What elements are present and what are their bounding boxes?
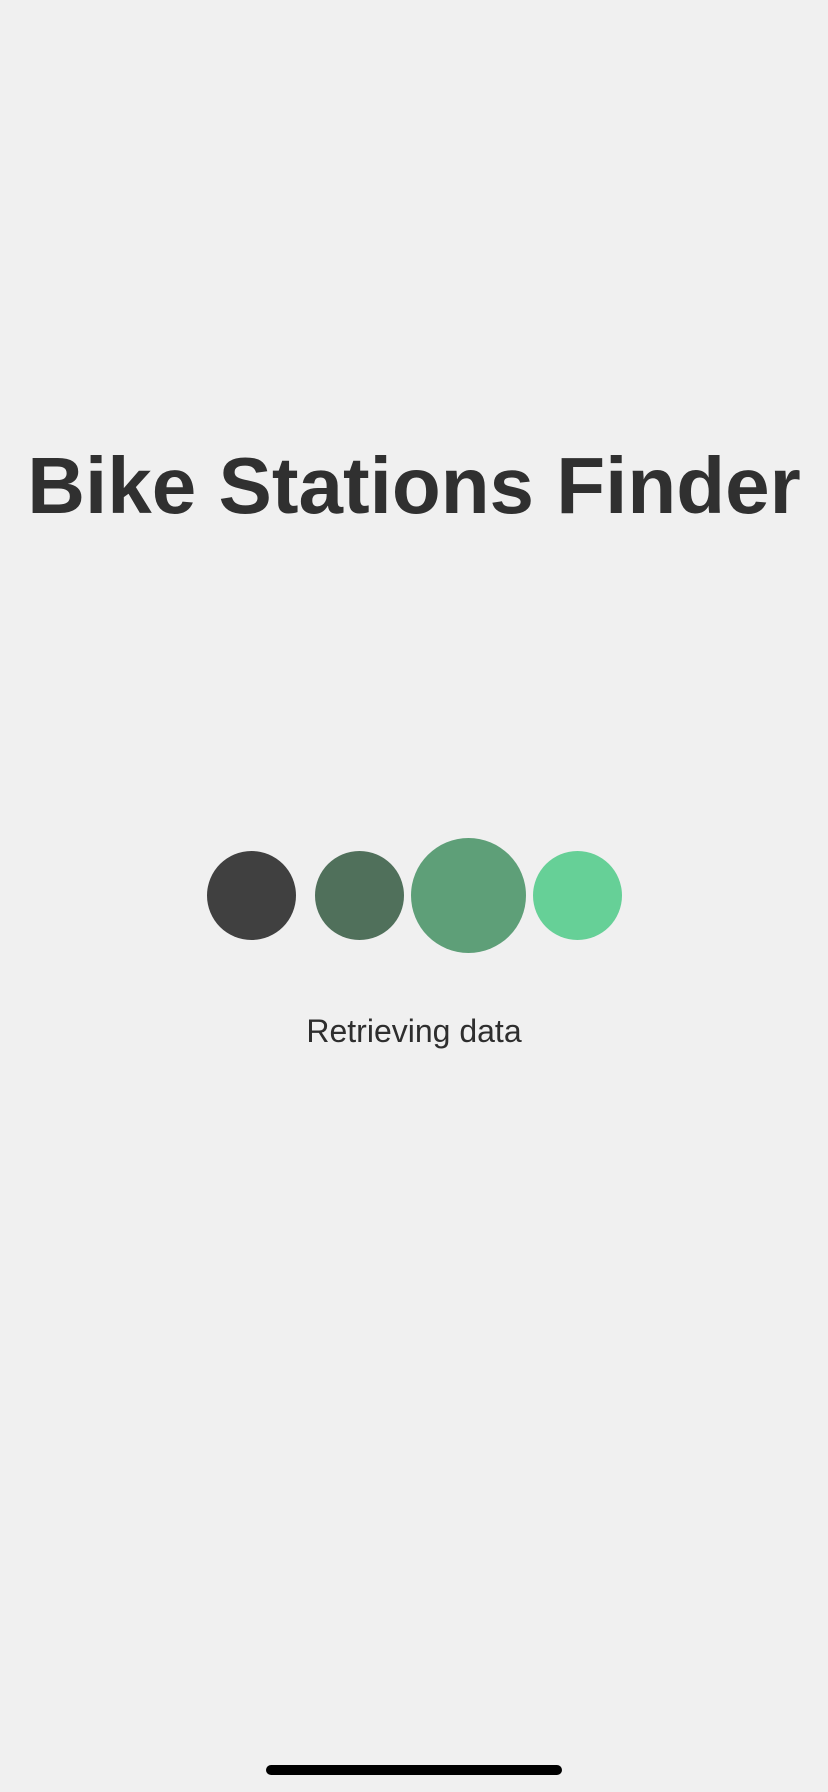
loading-status-text: Retrieving data xyxy=(306,1013,522,1049)
home-indicator[interactable] xyxy=(266,1765,562,1775)
app-title: Bike Stations Finder xyxy=(27,441,801,530)
loading-dot-2 xyxy=(315,851,404,940)
loading-dot-3 xyxy=(411,838,526,953)
loading-dot-4 xyxy=(533,851,622,940)
loading-indicator xyxy=(0,838,828,954)
loading-dot-1 xyxy=(207,851,296,940)
